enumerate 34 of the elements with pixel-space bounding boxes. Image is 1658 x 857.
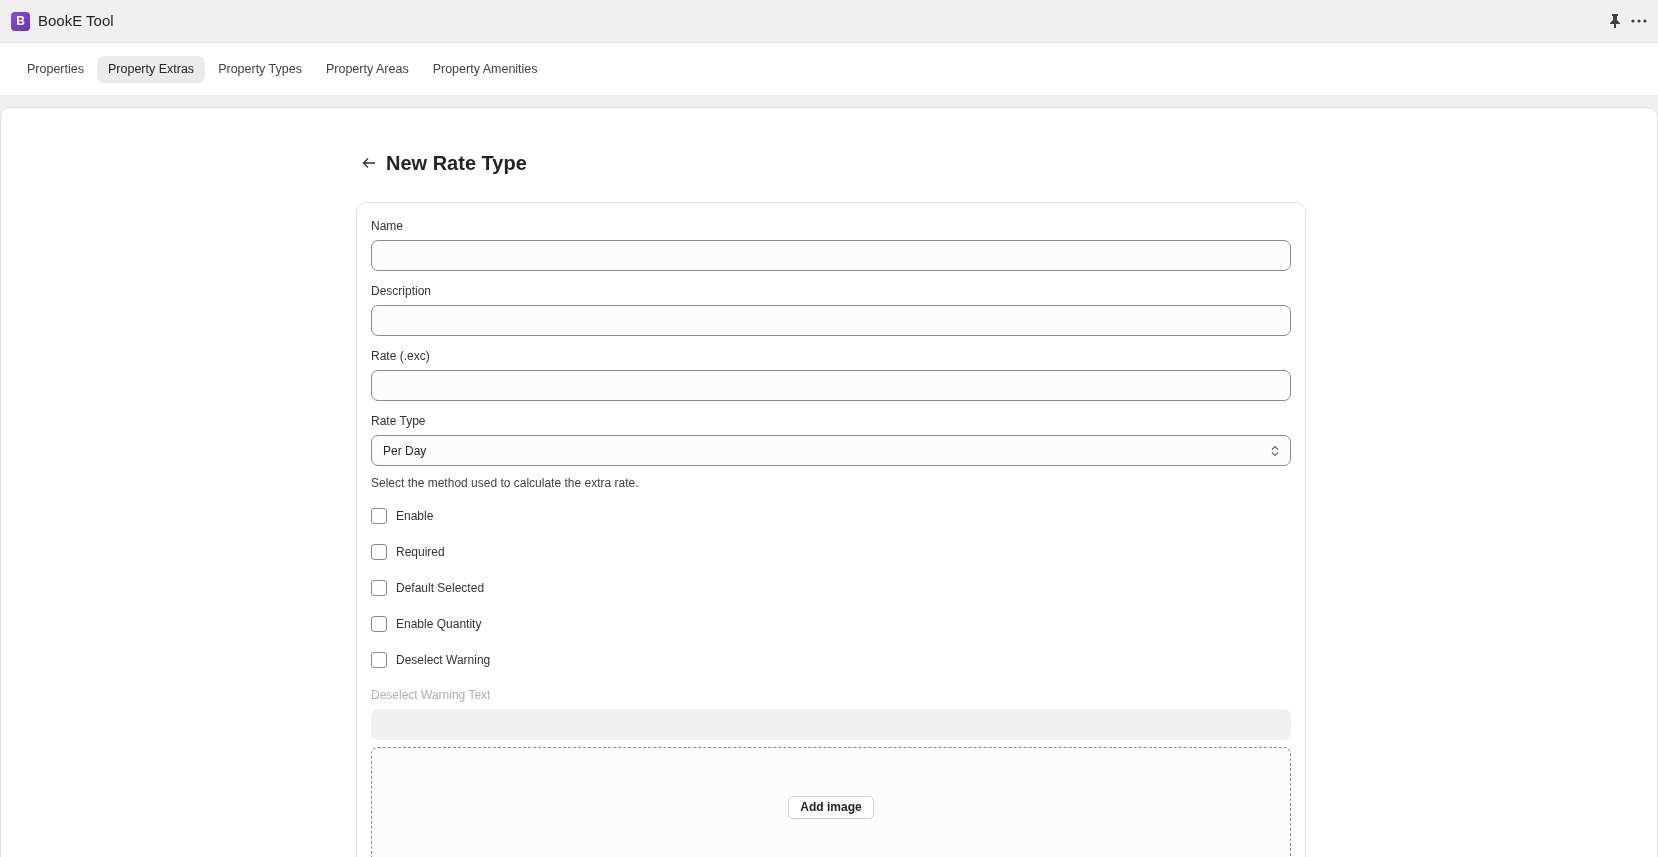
field-label: Name <box>371 218 404 235</box>
tab[interactable]: Property Types <box>207 55 313 83</box>
field-label: Description <box>371 283 433 300</box>
tab[interactable]: Properties <box>16 55 95 83</box>
more-icon[interactable] <box>1631 19 1647 23</box>
checkbox-label: Deselect Warning <box>396 652 491 669</box>
tab[interactable]: Property Extras <box>97 55 206 83</box>
checkbox[interactable] <box>371 580 387 596</box>
checkbox-label: Enable Quantity <box>396 616 482 633</box>
checkbox[interactable] <box>371 616 387 632</box>
checkbox-label: Required <box>396 544 445 561</box>
input-field[interactable] <box>371 240 1291 271</box>
app-title: BookE Tool <box>38 10 114 31</box>
back-arrow-icon[interactable] <box>362 157 376 169</box>
field-label: Deselect Warning Text <box>371 687 492 704</box>
checkbox[interactable] <box>371 652 387 668</box>
add-image-button[interactable]: Add image <box>788 795 874 819</box>
image-dropzone[interactable]: Add image <box>371 747 1291 857</box>
checkbox[interactable] <box>371 544 387 560</box>
input-field[interactable] <box>371 305 1291 336</box>
pin-icon[interactable] <box>1609 14 1621 28</box>
chevron-updown-icon <box>1271 444 1279 457</box>
checkbox[interactable] <box>371 508 387 524</box>
input-field[interactable] <box>371 370 1291 401</box>
field-label: Rate Type <box>371 413 427 430</box>
checkbox-label: Enable <box>396 508 434 525</box>
tab[interactable]: Property Areas <box>314 55 420 83</box>
page-title: New Rate Type <box>386 151 527 176</box>
app-logo: B <box>11 11 30 31</box>
checkbox-label: Default Selected <box>396 580 485 597</box>
help-text: Select the method used to calculate the extra rate. <box>371 475 640 492</box>
field-label: Rate (.exc) <box>371 348 431 365</box>
tab[interactable]: Property Amenities <box>421 55 549 83</box>
select-field[interactable]: Per Day <box>371 435 1291 466</box>
